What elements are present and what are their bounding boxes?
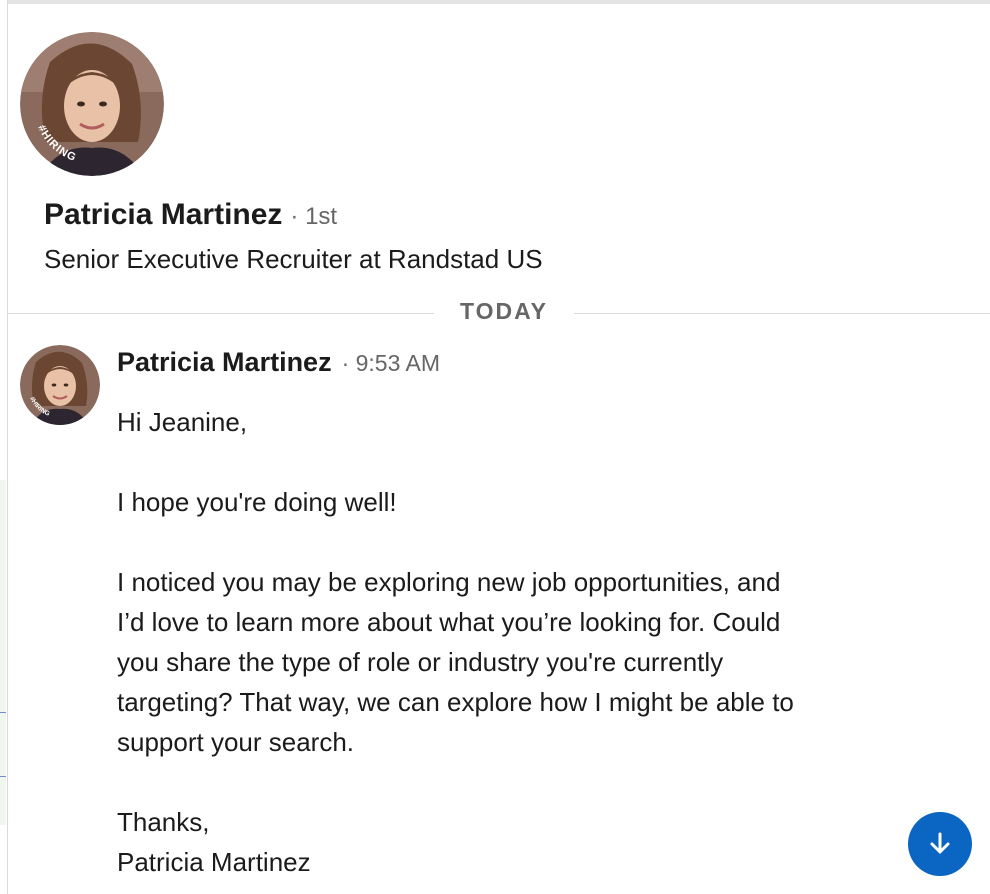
left-panel-highlight bbox=[0, 480, 6, 825]
left-panel-divider bbox=[0, 776, 6, 777]
message-timestamp: · 9:53 AM bbox=[341, 350, 441, 376]
arrow-down-icon bbox=[930, 832, 950, 854]
message-header: Patricia Martinez · 9:53 AM bbox=[117, 347, 440, 378]
left-panel-edge bbox=[0, 0, 8, 894]
message-greeting: Hi Jeanine, bbox=[117, 407, 248, 437]
message-body: Hi Jeanine, I hope you're doing well! I … bbox=[117, 402, 897, 882]
message-signature: Patricia Martinez bbox=[117, 847, 311, 877]
left-panel-divider bbox=[0, 712, 6, 713]
date-divider-label: TODAY bbox=[460, 298, 548, 324]
message-line: I noticed you may be exploring new job o… bbox=[117, 567, 781, 597]
message-line: support your search. bbox=[117, 727, 355, 757]
message-sender-name[interactable]: Patricia Martinez bbox=[117, 347, 332, 378]
message-closing: Thanks, bbox=[117, 807, 210, 837]
profile-avatar[interactable]: #HIRING bbox=[20, 32, 164, 176]
profile-name[interactable]: Patricia Martinez bbox=[44, 198, 282, 232]
date-divider-line-left bbox=[7, 313, 434, 314]
profile-name-row: Patricia Martinez · 1st bbox=[44, 198, 337, 232]
message-avatar[interactable]: #HIRING bbox=[20, 345, 100, 425]
date-divider-line-right bbox=[574, 313, 990, 314]
window-top-edge bbox=[0, 0, 990, 4]
message-line: you share the type of role or industry y… bbox=[117, 647, 724, 677]
message-photo: #HIRING bbox=[20, 345, 100, 425]
message-line: I hope you're doing well! bbox=[117, 487, 397, 517]
message-line: targeting? That way, we can explore how … bbox=[117, 687, 794, 717]
connection-degree: · 1st bbox=[290, 203, 338, 230]
profile-headline: Senior Executive Recruiter at Randstad U… bbox=[44, 244, 543, 274]
profile-photo: #HIRING bbox=[20, 32, 164, 176]
message-line: I’d love to learn more about what you’re… bbox=[117, 607, 781, 637]
scroll-to-bottom-button[interactable] bbox=[908, 812, 972, 876]
